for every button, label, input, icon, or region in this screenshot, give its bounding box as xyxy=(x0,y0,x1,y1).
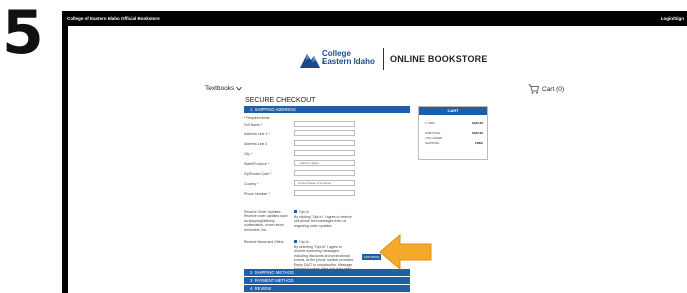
address-line-2-row: Address Line 2 xyxy=(244,140,414,148)
cart-link[interactable]: Cart (0) xyxy=(528,84,564,94)
state-row: State/Province * - Select a State - xyxy=(244,160,414,168)
cart-summary: CART 1 ITEM $180.95 SUBTOTAL $180.95 YOU S… xyxy=(418,106,488,160)
news-offers-checkbox[interactable] xyxy=(294,240,297,243)
section-review[interactable]: 4. REVIEW xyxy=(244,285,410,292)
full-name-field[interactable] xyxy=(294,121,355,127)
field-label: Full Name * xyxy=(244,123,263,127)
top-bar: College of Eastern Idaho Official Bookst… xyxy=(62,11,687,26)
order-updates-checkbox[interactable] xyxy=(294,210,297,213)
pointer-arrow-icon xyxy=(379,233,432,271)
chevron-down-icon xyxy=(236,86,242,91)
field-label: Zip/Postal Code * xyxy=(244,172,272,176)
screenshot-frame: College of Eastern Idaho Official Bookst… xyxy=(62,11,687,293)
store-title: ONLINE BOOKSTORE xyxy=(390,54,488,64)
cart-icon xyxy=(528,84,539,94)
phone-row: Phone Number * xyxy=(244,190,414,198)
country-select[interactable]: United States of America xyxy=(294,180,355,186)
address-line-2-field[interactable] xyxy=(294,140,355,146)
field-label: Country * xyxy=(244,182,259,186)
cart-row-items: 1 ITEM $180.95 xyxy=(425,121,483,125)
zip-row: Zip/Postal Code * xyxy=(244,170,414,178)
order-updates-sublabel: Receive order updates such as shipping/d… xyxy=(244,214,288,232)
page-content: College of Eastern Idaho ONLINE BOOKSTOR… xyxy=(68,26,687,293)
cart-label: Cart (0) xyxy=(542,85,565,93)
order-updates-label: Receive Order Updates Receive order upda… xyxy=(244,210,288,232)
order-updates-optin-label: Opt-In xyxy=(299,209,309,214)
field-label: State/Province * xyxy=(244,162,270,166)
news-offers-label: Receive News and Offers xyxy=(244,240,284,244)
phone-field[interactable] xyxy=(294,190,355,196)
textbooks-menu[interactable]: Textbooks xyxy=(205,85,242,92)
textbooks-label: Textbooks xyxy=(205,85,235,92)
store-name: College of Eastern Idaho Official Bookst… xyxy=(67,16,160,21)
field-label: Address Line 2 xyxy=(244,142,268,146)
address-line-1-field[interactable] xyxy=(294,130,355,136)
news-offers-optin-label: Opt-In xyxy=(299,239,309,244)
section-shipping-address[interactable]: 1. SHIPPING ADDRESS xyxy=(244,106,410,113)
field-label: City * xyxy=(244,152,253,156)
login-link[interactable]: Login/Sign xyxy=(661,16,684,21)
logo-eastern-idaho-text: Eastern Idaho xyxy=(322,57,375,66)
step-number: 5 xyxy=(2,0,44,68)
cart-row-saved: YOU SAVED xyxy=(425,136,443,140)
state-select[interactable]: - Select a State - xyxy=(294,160,355,166)
full-name-row: Full Name * xyxy=(244,121,414,129)
city-row: City * xyxy=(244,150,414,158)
mountain-logo-icon xyxy=(300,54,320,68)
cart-row-subtotal: SUBTOTAL $180.95 xyxy=(425,131,483,135)
field-label: Address Line 1 * xyxy=(244,132,270,136)
zip-field[interactable] xyxy=(294,170,355,176)
cart-summary-title: CART xyxy=(419,107,487,115)
address-line-1-row: Address Line 1 * xyxy=(244,130,414,138)
field-label: Phone Number * xyxy=(244,192,270,196)
cart-row-shipping: SHIPPING FREE xyxy=(425,141,483,145)
country-row: Country * United States of America xyxy=(244,180,414,188)
logo-divider xyxy=(383,48,384,70)
order-updates-description: By clicking "Opt-In" I agree to receive … xyxy=(294,215,352,228)
section-payment-method[interactable]: 3. PAYMENT METHOD xyxy=(244,277,410,284)
city-field[interactable] xyxy=(294,150,355,156)
page-title: SECURE CHECKOUT xyxy=(245,97,316,104)
required-note: * Required fields xyxy=(244,116,270,120)
